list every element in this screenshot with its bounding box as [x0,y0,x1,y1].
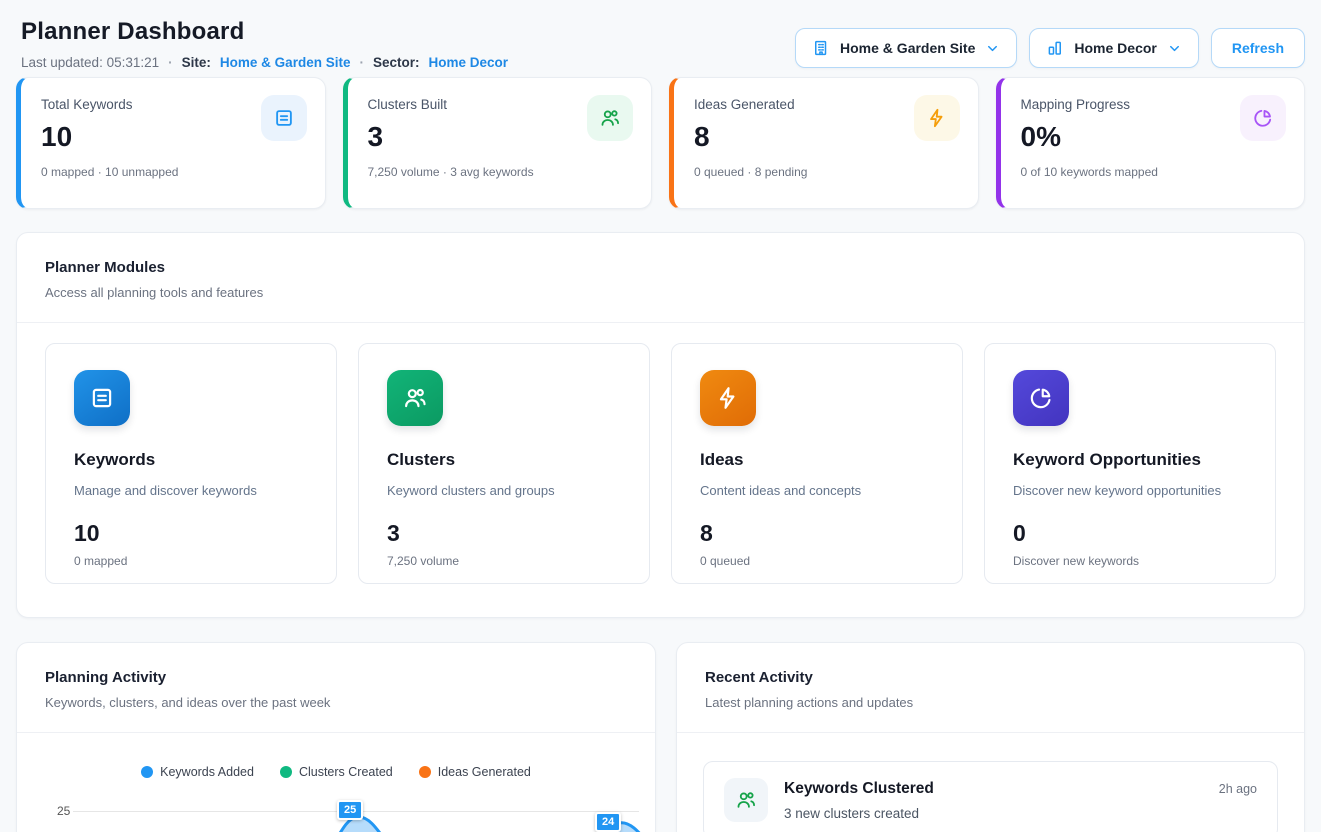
sector-selector-label: Home Decor [1074,40,1156,56]
legend-dot-blue [141,766,153,778]
site-selector-label: Home & Garden Site [840,40,975,56]
module-description: Manage and discover keywords [74,483,308,498]
legend-label: Keywords Added [160,765,254,779]
pie-chart-icon [1240,95,1286,141]
module-value: 3 [387,520,621,547]
modules-grid: Keywords Manage and discover keywords 10… [17,323,1304,612]
building-icon [812,39,830,57]
planning-activity-header: Planning Activity Keywords, clusters, an… [17,643,655,732]
lightning-icon [700,370,756,426]
module-title: Ideas [700,450,934,470]
module-card-keywords[interactable]: Keywords Manage and discover keywords 10… [45,343,337,584]
users-icon [387,370,443,426]
divider [17,732,655,733]
users-icon [724,778,768,822]
activity-item-description: 3 new clusters created [784,806,1257,821]
document-icon [261,95,307,141]
bar-chart-icon [1046,39,1064,57]
stat-caption: 0 mapped · 10 unmapped [41,165,305,179]
activity-item-title: Keywords Clustered [784,780,934,798]
site-selector[interactable]: Home & Garden Site [795,28,1017,68]
module-value: 0 [1013,520,1247,547]
legend-label: Ideas Generated [438,765,531,779]
activity-item-body: Keywords Clustered 2h ago 3 new clusters… [784,778,1257,822]
stat-caption: 0 queued · 8 pending [694,165,958,179]
module-caption: Discover new keywords [1013,554,1247,568]
data-point-label: 24 [595,812,621,832]
legend-item-keywords-added: Keywords Added [141,765,254,779]
stats-row: Total Keywords 10 0 mapped · 10 unmapped… [16,77,1305,209]
site-label: Site: [182,55,211,70]
meta-separator: · [359,55,364,70]
last-updated-text: Last updated: 05:31:21 [21,55,159,70]
module-description: Content ideas and concepts [700,483,934,498]
module-caption: 0 mapped [74,554,308,568]
header-actions: Home & Garden Site Home Decor Refresh [795,28,1305,68]
module-caption: 7,250 volume [387,554,621,568]
planning-activity-chart: 25 25 24 [17,791,655,832]
legend-label: Clusters Created [299,765,393,779]
sector-link[interactable]: Home Decor [428,55,508,70]
planner-modules-subtitle: Access all planning tools and features [45,285,1276,300]
recent-activity-title: Recent Activity [705,669,1276,686]
planner-modules-title: Planner Modules [45,259,1276,276]
module-value: 8 [700,520,934,547]
module-title: Keyword Opportunities [1013,450,1247,470]
legend-item-ideas-generated: Ideas Generated [419,765,531,779]
activity-item-top: Keywords Clustered 2h ago [784,780,1257,798]
planner-modules-panel: Planner Modules Access all planning tool… [16,232,1305,618]
module-card-ideas[interactable]: Ideas Content ideas and concepts 8 0 que… [671,343,963,584]
last-updated-value: 05:31:21 [107,55,160,70]
recent-activity-header: Recent Activity Latest planning actions … [677,643,1304,732]
chart-legend: Keywords Added Clusters Created Ideas Ge… [17,765,655,779]
pie-chart-icon [1013,370,1069,426]
page-title: Planner Dashboard [16,18,508,46]
module-description: Keyword clusters and groups [387,483,621,498]
module-caption: 0 queued [700,554,934,568]
refresh-button[interactable]: Refresh [1211,28,1305,68]
planner-dashboard-page: Planner Dashboard Last updated: 05:31:21… [0,0,1321,832]
lightning-icon [914,95,960,141]
planning-activity-subtitle: Keywords, clusters, and ideas over the p… [45,695,627,710]
legend-item-clusters-created: Clusters Created [280,765,393,779]
stat-card-clusters-built: Clusters Built 3 7,250 volume · 3 avg ke… [343,77,653,209]
module-card-clusters[interactable]: Clusters Keyword clusters and groups 3 7… [358,343,650,584]
stat-caption: 7,250 volume · 3 avg keywords [368,165,632,179]
stat-card-ideas-generated: Ideas Generated 8 0 queued · 8 pending [669,77,979,209]
planning-activity-panel: Planning Activity Keywords, clusters, an… [16,642,656,832]
bottom-row: Planning Activity Keywords, clusters, an… [16,642,1305,832]
header-left: Planner Dashboard Last updated: 05:31:21… [16,18,508,70]
planning-activity-title: Planning Activity [45,669,627,686]
module-title: Keywords [74,450,308,470]
module-description: Discover new keyword opportunities [1013,483,1247,498]
divider [677,732,1304,733]
module-card-keyword-opportunities[interactable]: Keyword Opportunities Discover new keywo… [984,343,1276,584]
planner-modules-header: Planner Modules Access all planning tool… [17,233,1304,322]
stat-card-total-keywords: Total Keywords 10 0 mapped · 10 unmapped [16,77,326,209]
site-link[interactable]: Home & Garden Site [220,55,351,70]
page-meta: Last updated: 05:31:21 · Site: Home & Ga… [16,55,508,70]
module-title: Clusters [387,450,621,470]
last-updated-label: Last updated: [21,55,103,70]
document-icon [74,370,130,426]
data-point-label: 25 [337,800,363,820]
users-icon [587,95,633,141]
chevron-down-icon [985,41,1000,56]
legend-dot-green [280,766,292,778]
chevron-down-icon [1167,41,1182,56]
stat-card-mapping-progress: Mapping Progress 0% 0 of 10 keywords map… [996,77,1306,209]
recent-activity-subtitle: Latest planning actions and updates [705,695,1276,710]
module-value: 10 [74,520,308,547]
activity-item-timestamp: 2h ago [1219,782,1257,796]
sector-label: Sector: [373,55,420,70]
activity-item-keywords-clustered[interactable]: Keywords Clustered 2h ago 3 new clusters… [703,761,1278,832]
sector-selector[interactable]: Home Decor [1029,28,1198,68]
stat-caption: 0 of 10 keywords mapped [1021,165,1285,179]
legend-dot-orange [419,766,431,778]
meta-separator: · [168,55,173,70]
recent-activity-panel: Recent Activity Latest planning actions … [676,642,1305,832]
page-header: Planner Dashboard Last updated: 05:31:21… [16,0,1305,70]
